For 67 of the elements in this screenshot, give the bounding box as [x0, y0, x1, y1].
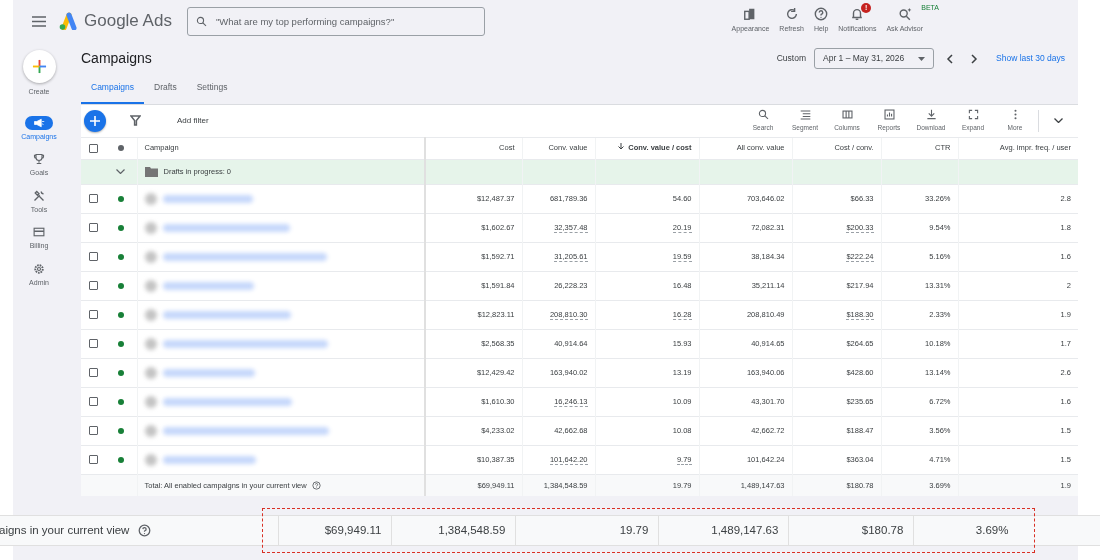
row-checkbox[interactable]	[88, 281, 98, 291]
add-filter-button[interactable]: Add filter	[171, 113, 215, 128]
search-icon	[195, 15, 207, 27]
plus-icon	[31, 59, 47, 74]
blurred-avatar	[144, 424, 157, 437]
select-all-checkbox[interactable]	[88, 143, 98, 153]
caret-icon	[918, 56, 925, 61]
status-header-icon	[117, 145, 124, 152]
card-icon	[33, 226, 45, 238]
row-checkbox[interactable]	[88, 252, 98, 262]
row-checkbox[interactable]	[88, 455, 98, 465]
total-cell-text: 1,384,548.59	[438, 522, 506, 538]
range-label: Custom	[776, 52, 806, 65]
tab[interactable]: Campaigns	[81, 80, 144, 104]
row-checkbox[interactable]	[88, 310, 98, 320]
bell-icon	[850, 7, 865, 22]
chevron-down-icon[interactable]	[1054, 118, 1063, 124]
expand-icon	[967, 108, 979, 120]
chart-icon	[883, 108, 895, 120]
blurred-avatar	[144, 395, 157, 408]
blurred-avatar	[144, 221, 157, 234]
row-checkbox[interactable]	[88, 368, 98, 378]
folder-icon	[144, 166, 158, 177]
blurred-avatar	[144, 279, 157, 292]
page-title: Campaigns	[81, 50, 152, 67]
gear-icon	[33, 262, 45, 275]
chevron-left-icon	[946, 53, 954, 64]
row-checkbox[interactable]	[88, 194, 98, 204]
total-cell-text: 3.69%	[975, 522, 1009, 538]
refresh-icon	[784, 7, 799, 22]
row-checkbox[interactable]	[88, 223, 98, 233]
megaphone-icon	[33, 116, 45, 129]
row-checkbox[interactable]	[88, 426, 98, 436]
sparkle-search-icon	[897, 7, 912, 22]
blurred-avatar	[144, 308, 157, 321]
date-range-dropdown[interactable]: Apr 1 – May 31, 2026	[814, 48, 934, 69]
chevron-icon[interactable]	[116, 169, 126, 175]
tools-icon	[33, 189, 45, 202]
columns-icon	[841, 108, 853, 120]
trophy-icon	[33, 153, 45, 165]
total-cell-text: 1,489,147.63	[711, 522, 779, 538]
tab[interactable]: Drafts	[144, 80, 187, 104]
plus-icon	[90, 115, 100, 126]
help-icon	[814, 7, 829, 22]
blurred-avatar	[144, 337, 157, 350]
show-last-link[interactable]: Show last 30 days	[996, 52, 1065, 65]
total-cell-text: 19.79	[619, 522, 649, 538]
help-icon[interactable]	[311, 481, 321, 491]
blurred-avatar	[144, 192, 157, 205]
add-button[interactable]	[84, 109, 106, 132]
search-icon	[757, 108, 769, 120]
row-checkbox[interactable]	[88, 397, 98, 407]
product-name: Google Ads	[84, 10, 172, 33]
help-icon[interactable]	[138, 524, 152, 537]
row-checkbox[interactable]	[88, 339, 98, 349]
total-cell-text: $180.78	[861, 522, 904, 538]
chevron-right-icon	[970, 53, 978, 64]
download-icon	[925, 108, 937, 120]
segment-icon	[799, 108, 811, 120]
total-label: aigns in your current view	[0, 522, 130, 538]
search-field[interactable]: "What are my top performing campaigns?"	[186, 6, 485, 36]
total-cell-text: $69,949.11	[324, 522, 382, 538]
sort-arrow-icon	[618, 143, 625, 151]
blurred-avatar	[144, 453, 157, 466]
blurred-avatar	[144, 250, 157, 263]
blurred-avatar	[144, 366, 157, 379]
tab[interactable]: Settings	[186, 80, 238, 104]
